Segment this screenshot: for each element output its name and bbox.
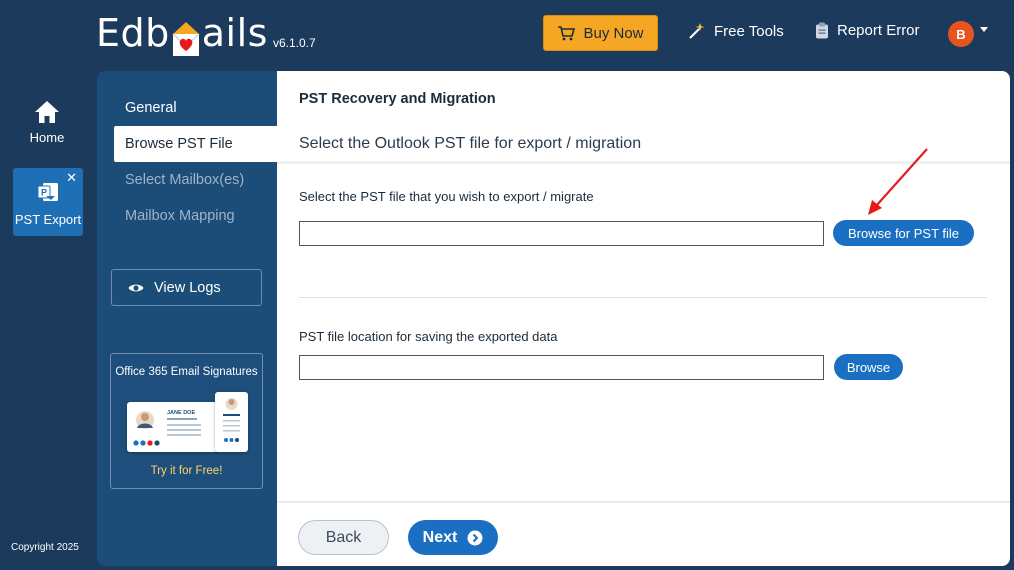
source-pst-label: Select the PST file that you wish to exp… [299,189,594,204]
source-pst-input[interactable] [299,221,824,246]
step-mailbox-mapping: Mailbox Mapping [125,208,235,224]
buy-now-label: Buy Now [583,24,644,42]
view-logs-label: View Logs [154,279,221,296]
view-logs-button[interactable]: View Logs [111,269,262,306]
step-general[interactable]: General [114,90,277,126]
wand-icon [689,23,705,39]
page-subtitle: Select the Outlook PST file for export /… [299,135,642,152]
arrow-right-circle-icon [467,530,483,545]
copyright-text: Copyright 2025 [11,542,79,553]
steps-panel: General Browse PST File Select Mailbox(e… [97,71,277,566]
annotation-arrow-icon [868,148,928,215]
report-error-link[interactable]: Report Error [815,22,920,39]
wizard-footer: Back Next [277,501,1010,566]
card-name: JANE DOE [167,410,195,416]
dest-location-input[interactable] [299,355,824,380]
promo-try-link[interactable]: Try it for Free! [111,465,262,477]
cart-icon [558,26,576,41]
chevron-down-icon[interactable] [980,27,988,32]
rail-home-label: Home [29,130,65,145]
outlook-pst-icon: P [37,183,58,201]
promo-title: Office 365 Email Signatures [115,366,258,378]
app-version: v6.1.0.7 [272,36,316,50]
signature-card-mobile-image [215,392,248,452]
signature-card-image: JANE DOE [127,402,219,452]
rail-pst-export-label: PST Export [14,212,82,227]
step-browse-pst-file[interactable]: Browse PST File [114,126,277,162]
dest-location-label: PST file location for saving the exporte… [299,329,558,344]
rail-home-button[interactable]: Home [14,100,80,156]
next-button[interactable]: Next [408,520,498,555]
rail-pst-export-tab[interactable]: ✕ P PST Export [13,168,83,236]
close-icon[interactable]: ✕ [66,170,77,186]
logo-text-right: ails [201,11,268,55]
page-title: PST Recovery and Migration [299,91,496,107]
back-button[interactable]: Back [298,520,389,555]
clipboard-icon [816,22,828,39]
section-divider [299,297,987,298]
promo-banner[interactable]: Office 365 Email Signatures JANE DOE Try… [110,353,263,489]
app-logo: Edb ails v6.1.0.7 [96,10,316,56]
next-label: Next [422,528,458,546]
browse-pst-file-button[interactable]: Browse for PST file [833,220,974,246]
free-tools-link[interactable]: Free Tools [688,22,784,40]
main-content: PST Recovery and Migration Select the Ou… [277,71,1010,501]
report-error-label: Report Error [837,22,920,39]
home-icon [35,101,59,123]
free-tools-label: Free Tools [714,22,784,40]
logo-text-left: Edb [96,11,170,55]
buy-now-button[interactable]: Buy Now [543,15,658,51]
user-avatar[interactable]: B [948,21,974,47]
logo-mail-icon [171,20,201,56]
eye-icon [128,284,144,291]
step-select-mailboxes: Select Mailbox(es) [125,172,245,188]
browse-button[interactable]: Browse [834,354,903,380]
